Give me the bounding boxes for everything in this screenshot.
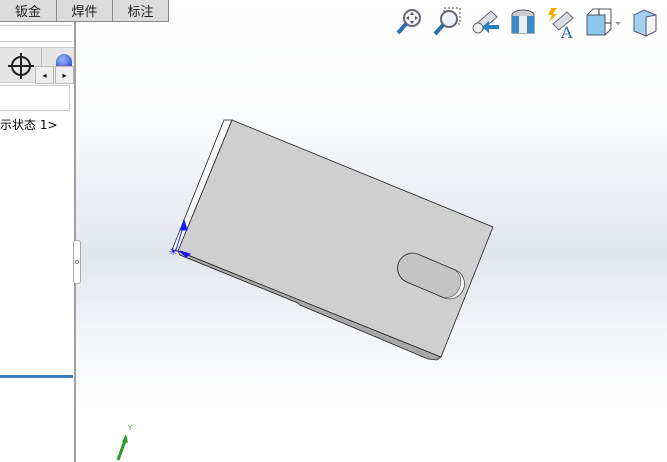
scroll-left-button[interactable]: ◂ [35,66,54,84]
heads-up-view-toolbar: A [393,5,661,39]
filter-input[interactable] [0,85,70,111]
panel-tab-bar: ◂ ▸ [0,47,74,84]
svg-text:A: A [560,23,573,38]
axis-triad: Y [116,424,133,461]
panel-collapse-handle[interactable] [73,240,81,284]
tab-weldments[interactable]: 焊件 [57,0,113,22]
tab-sheet-metal[interactable]: 钣金 [0,0,57,22]
view-orientation-icon[interactable] [583,5,623,39]
panel-splitter[interactable] [0,375,73,378]
part-model[interactable]: ✳ Y [0,0,667,462]
dynamic-annotation-view-icon[interactable]: A [545,5,577,39]
display-style-icon[interactable] [629,5,661,39]
previous-view-icon[interactable] [469,5,501,39]
display-state-label: 示状态 1> [0,118,58,132]
svg-text:Y: Y [127,424,133,432]
crosshair-icon [7,52,34,79]
feature-manager-panel: ◂ ▸ 示状态 1> [0,22,76,462]
divider [0,25,72,26]
zoom-to-fit-icon[interactable] [393,5,425,39]
section-view-icon[interactable] [507,5,539,39]
divider [0,41,72,42]
tab-annotation[interactable]: 标注 [113,0,169,22]
part-top-face [177,119,494,358]
svg-text:✳: ✳ [169,247,177,258]
command-manager-tabs: 钣金 焊件 标注 [0,0,169,22]
zoom-to-area-icon[interactable] [431,5,463,39]
scroll-right-button[interactable]: ▸ [55,66,74,84]
